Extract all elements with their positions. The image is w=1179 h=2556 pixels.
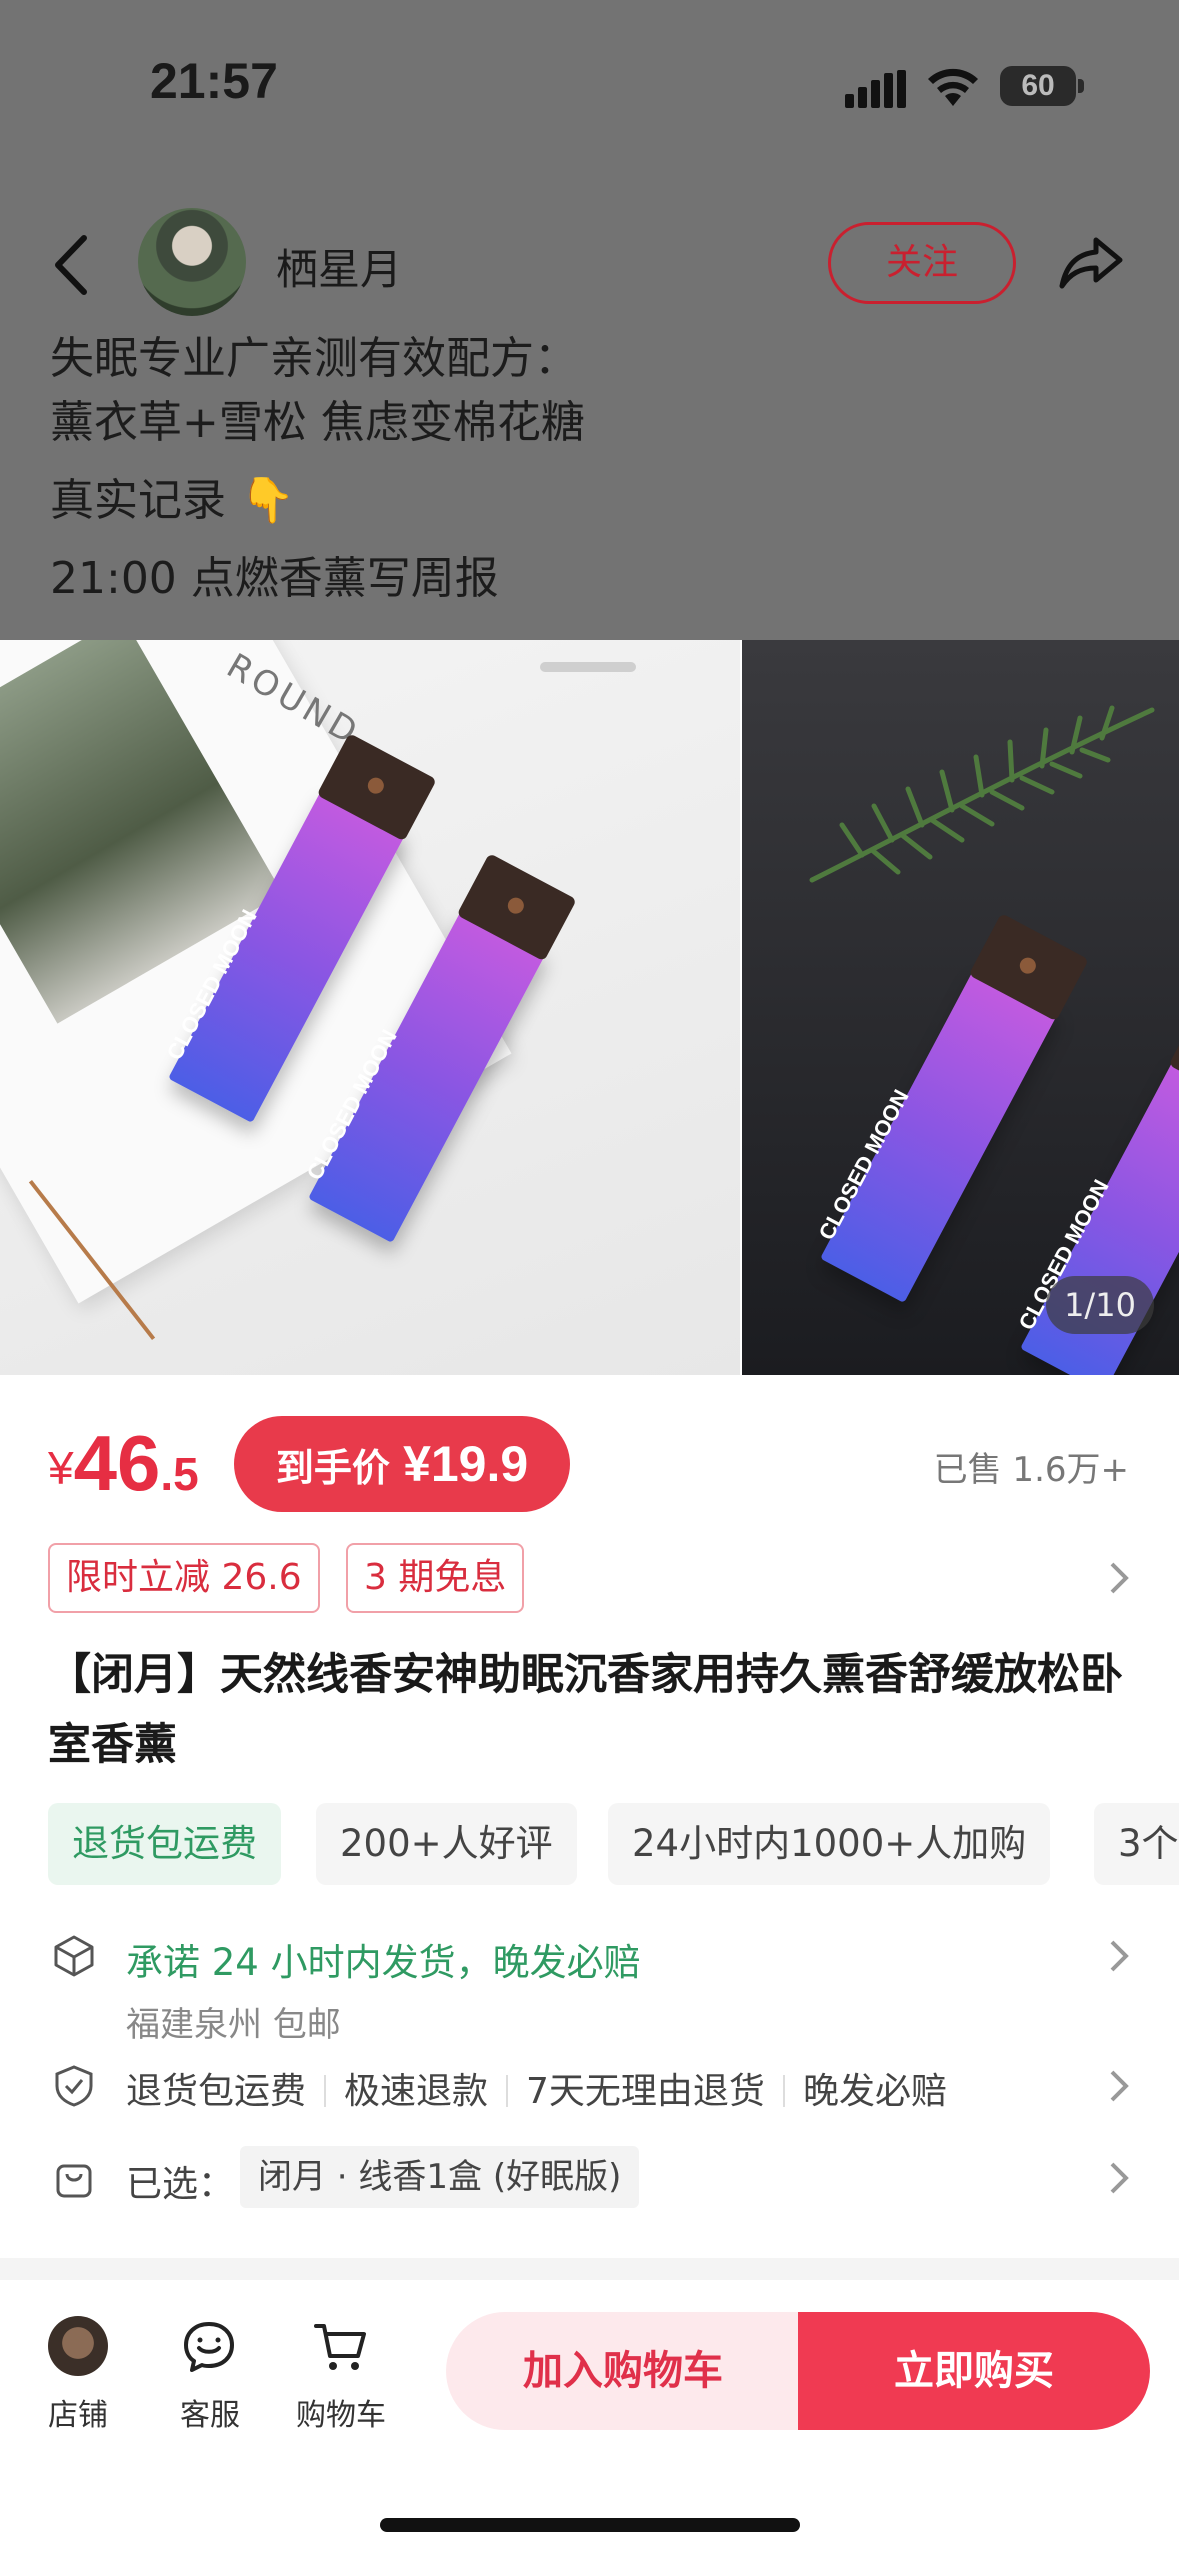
post-line-1: 失眠专业广亲测有效配方： — [50, 334, 578, 384]
post-line-4: 21:00 点燃香薰写周报 — [50, 553, 499, 604]
chevron-right-icon[interactable] — [1104, 2066, 1134, 2106]
shipping-origin: 福建泉州 包邮 — [126, 2005, 341, 2045]
shipping-promise[interactable]: 承诺 24 小时内发货，晚发必赔 — [126, 1932, 641, 1986]
service-item: 极速退款 — [344, 2071, 489, 2112]
home-indicator[interactable] — [380, 2518, 800, 2532]
customer-service-label[interactable]: 客服 — [150, 2390, 270, 2434]
shop-label[interactable]: 店铺 — [18, 2390, 138, 2434]
chevron-right-icon[interactable] — [1104, 2158, 1134, 2198]
chip-good-reviews[interactable]: 200+人好评 — [316, 1803, 577, 1885]
divider — [782, 2075, 785, 2107]
add-to-cart-button[interactable]: 加入购物车 — [446, 2312, 800, 2430]
share-icon[interactable] — [1056, 226, 1128, 298]
chip-more[interactable]: 3个 — [1094, 1803, 1179, 1885]
status-bar: 21:57 60 — [0, 0, 1179, 170]
service-item: 退货包运费 — [126, 2071, 307, 2112]
incense-box-3: CLOSED MOON — [814, 913, 1089, 1303]
wifi-icon — [928, 68, 978, 106]
back-arrow-icon[interactable] — [48, 230, 98, 300]
deal-price: ¥19.9 — [403, 1436, 529, 1492]
selection-label: 已选： — [126, 2164, 235, 2205]
buy-now-button[interactable]: 立即购买 — [798, 2312, 1150, 2430]
price-integer: 46 — [73, 1419, 161, 1507]
divider — [324, 2075, 327, 2107]
chevron-right-icon[interactable] — [1104, 1558, 1134, 1598]
product-image-1[interactable]: ROUND CLOSED MOON CLOSED MOON — [0, 640, 740, 1375]
promo-tag-installment[interactable]: 3 期免息 — [346, 1543, 525, 1613]
service-item: 7天无理由退货 — [526, 2071, 765, 2112]
service-guarantees[interactable]: 退货包运费 极速退款 7天无理由退货 晚发必赔 — [126, 2062, 947, 2114]
product-info-panel — [0, 1375, 1179, 2395]
cellular-signal-icon — [845, 70, 906, 108]
product-price: ¥46.5 — [48, 1418, 199, 1509]
bag-icon — [56, 2164, 92, 2198]
customer-service-icon[interactable] — [180, 2318, 238, 2376]
chevron-right-icon[interactable] — [1104, 1936, 1134, 1976]
shopping-cart-icon[interactable] — [312, 2318, 370, 2376]
selected-variant[interactable]: 闭月 · 线香1盒 (好眠版) — [240, 2146, 640, 2208]
author-avatar[interactable] — [138, 208, 246, 316]
rosemary-sprig — [809, 705, 1155, 883]
deal-label: 到手价 — [275, 1446, 390, 1490]
section-divider — [0, 2258, 1179, 2280]
chip-free-return[interactable]: 退货包运费 — [48, 1803, 281, 1885]
shopping-cart-label[interactable]: 购物车 — [281, 2390, 401, 2434]
divider — [506, 2075, 509, 2107]
battery-tip — [1078, 79, 1084, 93]
price-currency: ¥ — [48, 1442, 74, 1494]
drag-handle[interactable] — [540, 662, 636, 672]
promo-tag-discount[interactable]: 限时立减 26.6 — [48, 1543, 320, 1613]
shop-avatar[interactable] — [48, 2316, 108, 2376]
image-counter: 1/10 — [1046, 1276, 1154, 1334]
box-cap — [1168, 1003, 1179, 1112]
package-icon — [54, 1935, 94, 1977]
box-text: CLOSED MOON — [813, 1085, 914, 1245]
post-line-3: 真实记录 👇 — [50, 475, 295, 526]
final-price-badge: 到手价 ¥19.9 — [234, 1416, 570, 1512]
product-title: 【闭月】天然线香安神助眠沉香家用持久熏香舒缓放松卧室香薰 — [48, 1650, 1123, 1770]
chip-cart-adds[interactable]: 24小时内1000+人加购 — [608, 1803, 1051, 1885]
price-decimal: .5 — [160, 1448, 199, 1500]
shield-check-icon — [55, 2065, 93, 2107]
follow-button[interactable]: 关注 — [828, 222, 1016, 304]
product-gallery[interactable]: ROUND CLOSED MOON CLOSED MOON CLOSED MOO… — [0, 640, 1179, 1375]
post-line-2: 薰衣草+雪松 焦虑变棉花糖 — [50, 397, 585, 448]
product-image-2[interactable]: CLOSED MOON CLOSED MOON — [742, 640, 1179, 1375]
post-description: 失眠专业广亲测有效配方： 薰衣草+雪松 焦虑变棉花糖 真实记录 👇 21:00 … — [50, 330, 1130, 618]
status-time: 21:57 — [150, 53, 278, 109]
author-name[interactable]: 栖星月 — [276, 236, 402, 297]
box-cap — [456, 853, 577, 962]
sold-count: 已售 1.6万+ — [933, 1450, 1129, 1490]
service-item: 晚发必赔 — [802, 2071, 947, 2112]
battery-indicator: 60 — [1000, 66, 1076, 106]
